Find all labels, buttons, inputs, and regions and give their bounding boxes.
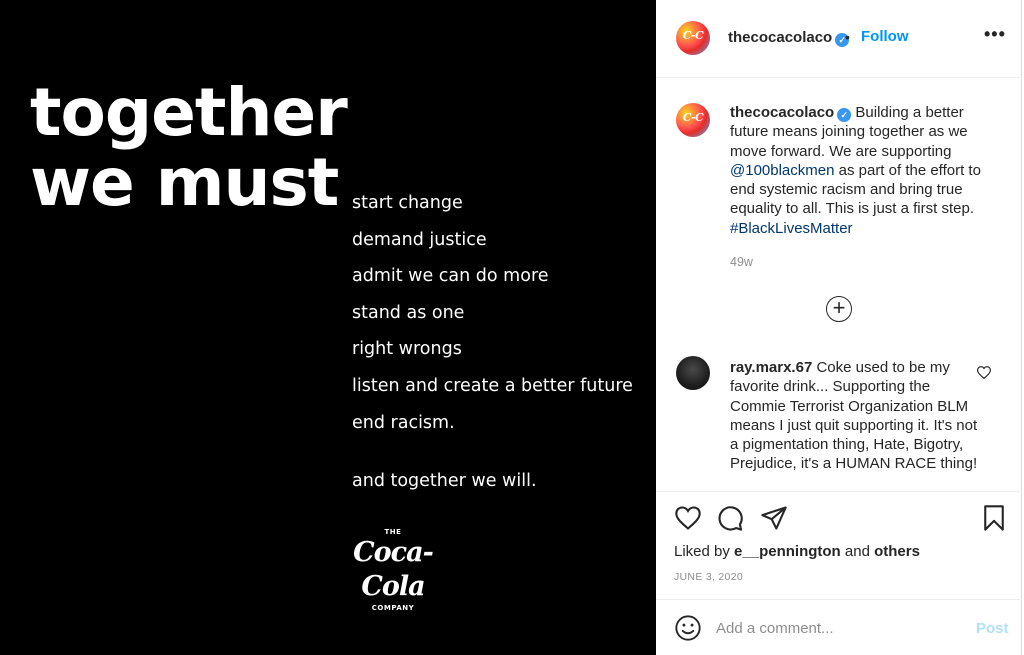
- post-caption: thecocacolaco ✓ Building a better future …: [730, 103, 1000, 238]
- closing-line: and together we will.: [352, 471, 537, 491]
- add-comment-bar: Post: [656, 599, 1022, 655]
- phrase: stand as one: [352, 302, 465, 323]
- coca-cola-company-logo: THE Coca-Cola COMPANY: [340, 528, 446, 612]
- post-comment-button[interactable]: Post: [976, 620, 1009, 637]
- post-sidebar: C-C thecocacolaco ✓ • Follow ••• C-C thec…: [656, 0, 1022, 655]
- post-header: C-C thecocacolaco ✓ • Follow •••: [656, 0, 1022, 78]
- phrase: demand justice: [352, 229, 487, 250]
- post-image[interactable]: together we must start change demand jus…: [0, 0, 656, 655]
- author-avatar[interactable]: C-C: [676, 21, 710, 55]
- plus-circle-icon[interactable]: +: [826, 296, 852, 322]
- heart-icon[interactable]: [674, 504, 702, 532]
- phrase-list: start change demand justice admit we can…: [352, 190, 633, 446]
- phrase: start change: [352, 193, 463, 213]
- commenter-avatar[interactable]: [676, 356, 710, 390]
- headline-line-1: together: [30, 74, 348, 151]
- caption-username[interactable]: thecocacolaco: [730, 104, 834, 121]
- phrase: end racism.: [352, 412, 455, 433]
- comment-icon[interactable]: [716, 504, 744, 532]
- headline: together we must: [30, 74, 348, 221]
- comment-input[interactable]: [716, 614, 966, 642]
- more-options-icon[interactable]: •••: [984, 24, 1006, 45]
- caption-hashtag-link[interactable]: #BlackLivesMatter: [730, 220, 853, 237]
- comment-item: ray.marx.67 Coke used to be my favorite …: [730, 358, 980, 474]
- phrase: admit we can do more: [352, 266, 549, 287]
- liked-by-prefix: Liked by: [674, 543, 730, 560]
- liked-by-user-link[interactable]: e__pennington: [734, 543, 841, 560]
- comment-like-heart-icon[interactable]: [976, 366, 992, 383]
- headline-line-2: we must: [30, 144, 339, 221]
- phrase: listen and create a better future: [352, 375, 633, 396]
- liked-by-line: Liked by e__pennington and others: [674, 543, 920, 560]
- post-actions: Liked by e__pennington and others JUNE 3…: [656, 491, 1022, 655]
- author-username[interactable]: thecocacolaco ✓: [728, 29, 850, 47]
- verified-badge-icon: ✓: [837, 108, 852, 122]
- phrase: right wrongs: [352, 339, 462, 360]
- liked-by-others-link[interactable]: others: [874, 543, 920, 560]
- caption-timestamp[interactable]: 49w: [730, 255, 753, 269]
- header-separator: •: [845, 29, 850, 45]
- logo-top-text: THE: [384, 528, 402, 536]
- bookmark-icon[interactable]: [980, 504, 1008, 532]
- caption-mention-link[interactable]: @100blackmen: [730, 162, 834, 179]
- comment-text: Coke used to be my favorite drink... Sup…: [730, 359, 978, 473]
- follow-button[interactable]: Follow: [861, 28, 909, 45]
- comments-area[interactable]: C-C thecocacolaco ✓ Building a better fut…: [656, 79, 1022, 491]
- emoji-icon[interactable]: [674, 614, 702, 642]
- logo-bottom-text: COMPANY: [371, 604, 415, 612]
- caption-avatar[interactable]: C-C: [676, 103, 710, 137]
- author-username-text[interactable]: thecocacolaco: [728, 29, 832, 46]
- post-date[interactable]: JUNE 3, 2020: [674, 571, 743, 583]
- comment-username[interactable]: ray.marx.67: [730, 359, 812, 376]
- share-icon[interactable]: [760, 504, 788, 532]
- liked-by-and: and: [844, 543, 870, 560]
- logo-script-text: Coca-Cola: [353, 537, 434, 602]
